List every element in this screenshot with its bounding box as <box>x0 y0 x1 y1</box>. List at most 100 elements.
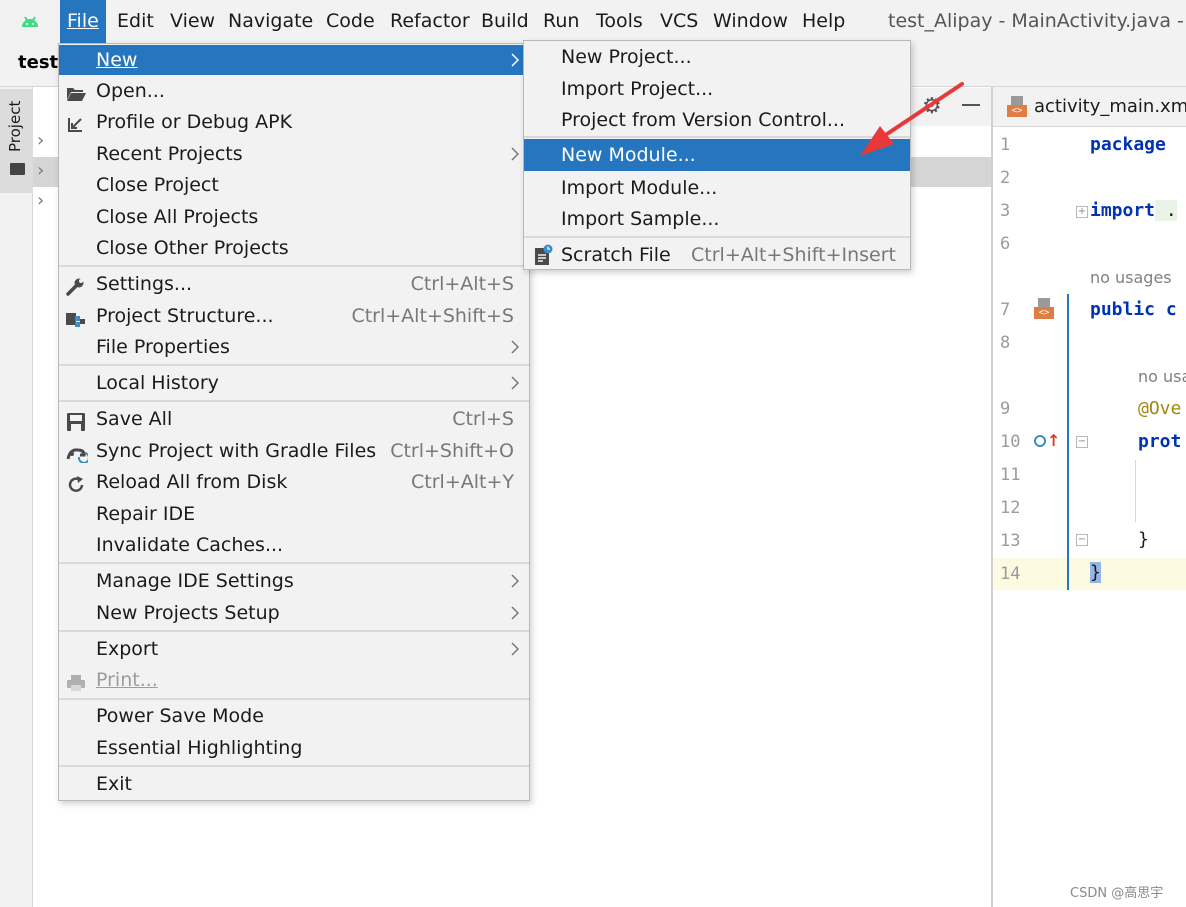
matched-brace: } <box>1090 562 1101 583</box>
menu-item-label: Sync Project with Gradle Files <box>96 440 377 462</box>
menu-navigate[interactable]: Navigate <box>221 0 320 43</box>
wrench-icon <box>66 275 86 296</box>
menu-item-label: Project Structure... <box>96 305 274 327</box>
menu-item-label: Local History <box>96 372 219 394</box>
menu-item-label: Close Project <box>96 174 219 196</box>
code-class-close[interactable]: } <box>1090 562 1101 583</box>
usages-hint[interactable]: no usages <box>1090 268 1172 287</box>
menu-item-new[interactable]: New <box>59 45 529 75</box>
indent-guide <box>1135 460 1136 522</box>
menu-item-shortcut: Ctrl+Alt+Y <box>411 471 514 493</box>
submenu-item-import-sample[interactable]: Import Sample... <box>524 203 910 235</box>
submenu-item-new-project[interactable]: New Project... <box>524 41 910 73</box>
menu-item-label: New <box>96 49 138 71</box>
menu-help[interactable]: Help <box>795 0 852 43</box>
print-icon <box>66 671 86 691</box>
android-studio-logo-icon <box>22 16 38 27</box>
menu-item-recent-projects[interactable]: Recent Projects <box>59 139 529 169</box>
menu-run[interactable]: Run <box>536 0 586 43</box>
line-number: 1 <box>1000 135 1011 155</box>
menu-item-label: Reload All from Disk <box>96 471 288 493</box>
menu-item-label: Save All <box>96 408 173 430</box>
submenu-arrow-icon <box>509 45 523 75</box>
code-package[interactable]: package <box>1090 134 1166 155</box>
menu-item-invalidate-caches[interactable]: Invalidate Caches... <box>59 530 529 560</box>
menu-item-label: Profile or Debug APK <box>96 111 293 133</box>
menu-code[interactable]: Code <box>319 0 382 43</box>
menu-separator <box>59 698 529 700</box>
menu-item-exit[interactable]: Exit <box>59 769 529 799</box>
project-structure-icon <box>66 307 86 327</box>
menu-item-open[interactable]: Open... <box>59 76 529 106</box>
import-folded[interactable]: . <box>1155 200 1177 221</box>
menu-item-reload-from-disk[interactable]: Reload All from Disk Ctrl+Alt+Y <box>59 467 529 497</box>
menu-item-local-history[interactable]: Local History <box>59 368 529 398</box>
menu-item-repair-ide[interactable]: Repair IDE <box>59 499 529 529</box>
layout-link-icon[interactable]: <> <box>1034 298 1054 320</box>
watermark: CSDN @高思宇 <box>1070 886 1164 901</box>
debug-apk-icon <box>66 113 86 132</box>
code-method[interactable]: prot <box>1138 431 1181 452</box>
submenu-item-label: Import Sample... <box>561 208 720 230</box>
menu-item-close-other-projects[interactable]: Close Other Projects <box>59 233 529 263</box>
code-override-annotation[interactable]: @Ove <box>1138 398 1181 419</box>
import-keyword: import <box>1090 200 1156 221</box>
left-tool-strip <box>0 87 33 907</box>
menu-item-sync-gradle[interactable]: Sync Project with Gradle Files Ctrl+Shif… <box>59 436 529 466</box>
menu-tools[interactable]: Tools <box>589 0 650 43</box>
menu-item-label: Invalidate Caches... <box>96 534 284 556</box>
menu-item-label: Settings... <box>96 273 193 295</box>
menu-item-power-save-mode[interactable]: Power Save Mode <box>59 701 529 731</box>
tree-expand-chevron-icon[interactable]: › <box>37 160 44 181</box>
submenu-arrow-icon <box>509 566 523 596</box>
menu-view[interactable]: View <box>163 0 222 43</box>
menu-window[interactable]: Window <box>706 0 795 43</box>
menu-item-label: File Properties <box>96 336 230 358</box>
line-number: 14 <box>1000 564 1021 584</box>
menu-item-close-project[interactable]: Close Project <box>59 170 529 200</box>
fold-end-icon[interactable]: − <box>1076 534 1088 546</box>
line-number: 8 <box>1000 333 1011 353</box>
code-class-declaration[interactable]: public c <box>1090 299 1177 320</box>
tree-expand-chevron-icon[interactable]: › <box>37 130 44 151</box>
window-title: test_Alipay - MainActivity.java - Ac <box>888 10 1186 32</box>
editor-tab-activity-main-xml[interactable]: activity_main.xml <box>1034 96 1186 117</box>
menu-separator <box>59 265 529 267</box>
menu-item-profile-debug-apk[interactable]: Profile or Debug APK <box>59 107 529 137</box>
menu-item-project-structure[interactable]: Project Structure... Ctrl+Alt+Shift+S <box>59 301 529 331</box>
line-number: 9 <box>1000 399 1011 419</box>
tree-expand-chevron-icon[interactable]: › <box>37 190 44 211</box>
menu-item-export[interactable]: Export <box>59 634 529 664</box>
submenu-item-shortcut: Ctrl+Alt+Shift+Insert <box>691 244 896 266</box>
fold-collapse-icon[interactable]: − <box>1076 436 1088 448</box>
menu-item-save-all[interactable]: Save All Ctrl+S <box>59 404 529 434</box>
menu-file-label: File <box>67 10 99 32</box>
menu-item-essential-highlighting[interactable]: Essential Highlighting <box>59 733 529 763</box>
submenu-item-label: Import Project... <box>561 78 714 100</box>
menu-file[interactable]: File <box>60 0 106 43</box>
menu-item-file-properties[interactable]: File Properties <box>59 332 529 362</box>
submenu-item-scratch-file[interactable]: Scratch File Ctrl+Alt+Shift+Insert <box>524 239 910 271</box>
submenu-item-import-module[interactable]: Import Module... <box>524 172 910 204</box>
menu-item-shortcut: Ctrl+Shift+O <box>390 440 514 462</box>
menu-build[interactable]: Build <box>474 0 536 43</box>
menu-item-settings[interactable]: Settings... Ctrl+Alt+S <box>59 269 529 299</box>
code-method-close[interactable]: } <box>1138 529 1149 550</box>
menu-edit[interactable]: Edit <box>110 0 161 43</box>
menu-item-new-projects-setup[interactable]: New Projects Setup <box>59 598 529 628</box>
fold-expand-icon[interactable]: + <box>1076 206 1088 218</box>
line-number: 11 <box>1000 465 1021 485</box>
menu-bar: File Edit View Navigate Code Refactor Bu… <box>0 0 1186 43</box>
menu-refactor[interactable]: Refactor <box>383 0 477 43</box>
menu-item-label: Close Other Projects <box>96 237 289 259</box>
code-import[interactable]: import . <box>1090 200 1177 221</box>
menu-item-close-all-projects[interactable]: Close All Projects <box>59 202 529 232</box>
menu-separator <box>59 562 529 564</box>
menu-item-manage-ide-settings[interactable]: Manage IDE Settings <box>59 566 529 596</box>
usages-hint[interactable]: no usa <box>1138 367 1186 386</box>
submenu-arrow-icon <box>509 634 523 664</box>
menu-item-label: Open... <box>96 80 165 102</box>
override-marker-icon[interactable]: ↑ <box>1034 431 1060 451</box>
submenu-arrow-icon <box>509 332 523 362</box>
menu-vcs[interactable]: VCS <box>653 0 705 43</box>
